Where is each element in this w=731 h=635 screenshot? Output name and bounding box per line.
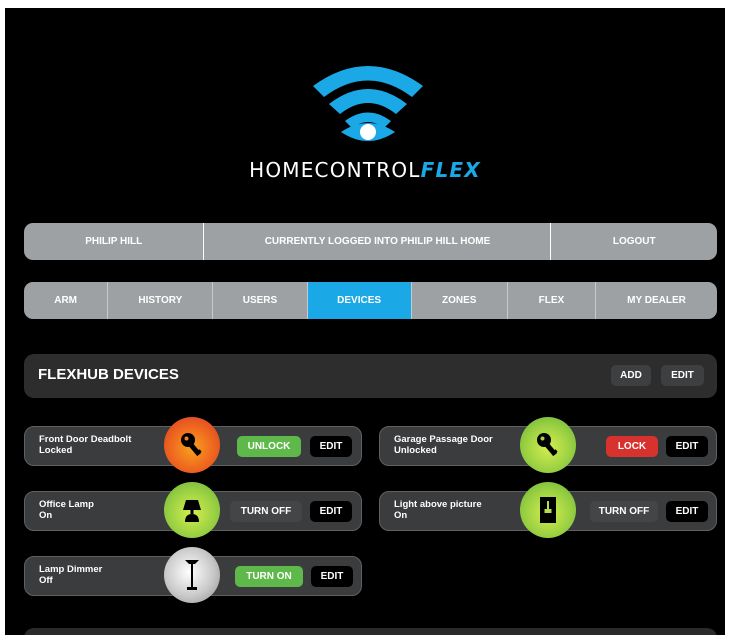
device-name: Lamp Dimmer: [39, 564, 103, 575]
tab-flex[interactable]: FLEX: [506, 282, 595, 319]
device-name: Front Door Deadbolt: [39, 434, 132, 445]
logout-button[interactable]: LOGOUT: [550, 223, 717, 260]
key-icon: [537, 433, 558, 457]
edit-button[interactable]: EDIT: [310, 501, 352, 522]
device-garage-passage-door: Garage Passage Door Unlocked LOCK EDIT: [379, 417, 717, 473]
device-status: On: [39, 510, 53, 521]
device-status: Off: [39, 575, 53, 586]
login-status: CURRENTLY LOGGED INTO PHILIP HILL HOME: [203, 223, 550, 260]
edit-button[interactable]: EDIT: [310, 436, 352, 457]
lock-button[interactable]: LOCK: [606, 436, 658, 457]
app-screen: HOMECONTROLFLEX PHILIP HILL CURRENTLY LO…: [5, 8, 725, 635]
lamp-icon: [183, 500, 201, 522]
tab-history[interactable]: HISTORY: [107, 282, 212, 319]
device-icon-circle[interactable]: [164, 547, 220, 603]
edit-button[interactable]: EDIT: [311, 566, 353, 587]
tab-devices[interactable]: DEVICES: [306, 282, 411, 319]
tab-zones[interactable]: ZONES: [410, 282, 507, 319]
tab-users[interactable]: USERS: [212, 282, 306, 319]
floor-lamp-icon: [185, 560, 199, 590]
device-icon-circle[interactable]: [164, 417, 220, 473]
flexhub-devices-header: FLEXHUB DEVICES ADD EDIT: [24, 354, 717, 398]
device-status: Locked: [39, 445, 73, 456]
brand-title: HOMECONTROLFLEX: [249, 158, 481, 182]
device-name: Light above picture: [394, 499, 482, 510]
user-bar: PHILIP HILL CURRENTLY LOGGED INTO PHILIP…: [24, 223, 717, 260]
main-nav: ARM HISTORY USERS DEVICES ZONES FLEX MY …: [24, 282, 717, 319]
device-office-lamp: Office Lamp On TURN OFF EDIT: [24, 482, 362, 538]
device-lamp-dimmer: Lamp Dimmer Off TURN ON EDIT: [24, 547, 362, 603]
unlock-button[interactable]: UNLOCK: [237, 436, 301, 457]
bottom-panel-edge: [24, 628, 717, 635]
turn-on-button[interactable]: TURN ON: [235, 566, 303, 587]
device-name: Office Lamp: [39, 499, 94, 510]
device-status: Unlocked: [394, 445, 437, 456]
device-front-door-deadbolt: Front Door Deadbolt Locked UNLOCK EDIT: [24, 417, 362, 473]
device-icon-circle[interactable]: [164, 482, 220, 538]
tab-arm[interactable]: ARM: [24, 282, 107, 319]
key-icon: [181, 433, 202, 457]
add-device-button[interactable]: ADD: [611, 365, 651, 386]
device-status: On: [394, 510, 408, 521]
tab-my-dealer[interactable]: MY DEALER: [595, 282, 717, 319]
user-name: PHILIP HILL: [85, 236, 143, 247]
edit-button[interactable]: EDIT: [666, 501, 708, 522]
edit-button[interactable]: EDIT: [666, 436, 708, 457]
panel-title: FLEXHUB DEVICES: [38, 366, 179, 383]
light-switch-icon: [540, 497, 556, 523]
device-name: Garage Passage Door: [394, 434, 493, 445]
turn-off-button[interactable]: TURN OFF: [230, 501, 302, 522]
wifi-eye-logo-icon: [313, 66, 423, 141]
device-light-above-picture: Light above picture On TURN OFF EDIT: [379, 482, 717, 538]
device-icon-circle[interactable]: [520, 482, 576, 538]
device-icon-circle[interactable]: [520, 417, 576, 473]
turn-off-button[interactable]: TURN OFF: [590, 501, 658, 522]
edit-devices-button[interactable]: EDIT: [661, 365, 704, 386]
